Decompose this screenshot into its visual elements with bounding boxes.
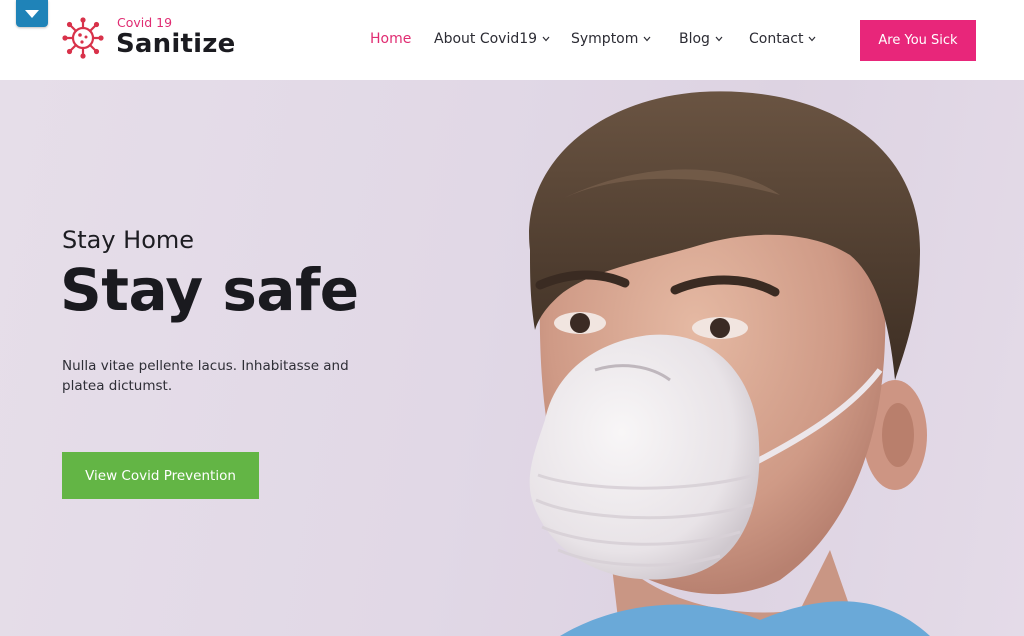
nav-item-symptom[interactable]: Symptom	[571, 31, 651, 47]
nav-item-label: Contact	[749, 31, 804, 47]
nav-item-contact[interactable]: Contact	[749, 31, 816, 47]
person-wearing-face-mask-photo	[529, 91, 930, 636]
top-toggle-button[interactable]	[16, 0, 48, 27]
brand-subtitle: Covid 19	[117, 15, 173, 30]
nav-item-label: Blog	[679, 31, 710, 47]
hero-title: Stay safe	[60, 256, 359, 324]
nav-item-label: Home	[370, 31, 412, 47]
nav-item-home[interactable]: Home	[370, 31, 411, 47]
nav-item-about-covid19[interactable]: About Covid19	[434, 31, 550, 47]
view-covid-prevention-button[interactable]: View Covid Prevention	[62, 452, 259, 499]
hero-overline: Stay Home	[62, 226, 195, 254]
caret-down-icon	[25, 10, 39, 18]
hero-description: Nulla vitae pellente lacus. Inhabitasse …	[62, 358, 349, 394]
are-you-sick-button[interactable]: Are You Sick	[860, 20, 976, 61]
chevron-down-icon	[715, 36, 723, 42]
chevron-down-icon	[809, 36, 816, 42]
chevron-down-icon	[542, 36, 550, 42]
chevron-down-icon	[643, 36, 651, 42]
nav-item-label: Symptom	[571, 31, 639, 47]
virus-logo-icon	[62, 17, 104, 59]
nav-item-label: About Covid19	[434, 31, 538, 47]
site-header: Covid 19 Sanitize Home About Covid19 Sym…	[0, 0, 1024, 80]
nav-item-blog[interactable]: Blog	[679, 31, 723, 47]
brand-name: Sanitize	[116, 29, 236, 59]
hero-section: Stay Home Stay safe Nulla vitae pellente…	[0, 80, 1024, 636]
